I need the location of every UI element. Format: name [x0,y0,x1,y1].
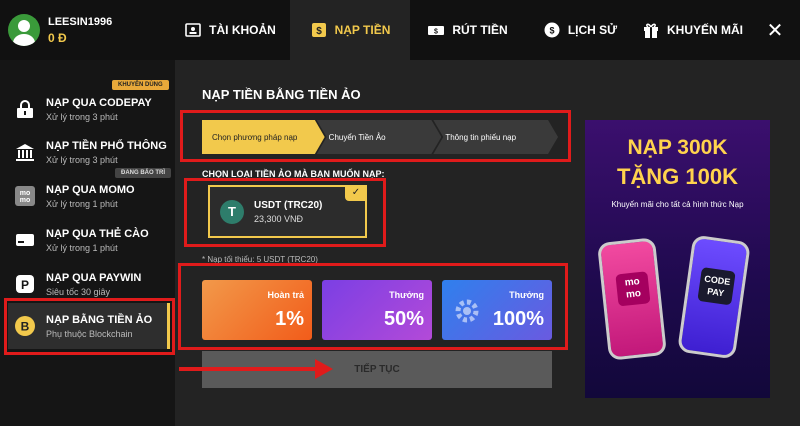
avatar[interactable] [8,14,40,46]
nav-label: LỊCH SỬ [567,23,618,37]
nav-withdraw[interactable]: $ RÚT TIỀN [410,0,525,60]
sidebar-item-title: NẠP QUA MOMO [46,183,135,196]
close-icon[interactable]: ✕ [750,0,800,60]
bonus-label: Hoàn trả [267,290,304,300]
bonus-card-50[interactable]: Thưởng 50% [322,280,432,340]
deposit-icon: $ [310,21,328,39]
card-icon [14,229,36,251]
nav-promotions[interactable]: KHUYẾN MÃI [635,0,750,60]
balance: 0 Đ [48,30,67,45]
svg-text:mo: mo [20,190,31,197]
coin-rate: 23,300 VNĐ [254,213,304,224]
sidebar-item-title: NẠP TIỀN PHỔ THÔNG [46,139,167,152]
nav-history[interactable]: $ LỊCH SỬ [525,0,635,60]
banner-title-line2: TẶNG 100K [616,164,739,189]
svg-text:$: $ [434,29,438,36]
bitcoin-icon: B [14,315,36,337]
sidebar-item-codepay[interactable]: NẠP QUA CODEPAY Xử lý trong 3 phút [8,87,170,131]
withdraw-icon: $ [427,21,445,39]
sidebar-item-sub: Phụ thuộc Blockchain [46,328,133,339]
nav-deposit[interactable]: $ NẠP TIỀN [290,0,410,60]
nav-label: RÚT TIỀN [452,23,508,37]
paywin-icon: P [14,273,36,295]
svg-text:mo: mo [20,197,31,204]
main-panel: NẠP TIỀN BẰNG TIỀN ẢO Chọn phương pháp n… [175,60,800,426]
svg-text:B: B [21,320,30,334]
codepay-logo: CODE PAY [697,267,736,306]
bonus-value: 1% [275,308,304,330]
sidebar-item-title: NẠP BẰNG TIỀN ẢO [46,313,153,326]
page-title: NẠP TIỀN BẰNG TIỀN ẢO [202,87,361,102]
coin-option-usdt[interactable]: ✓ T USDT (TRC20) 23,300 VNĐ [208,185,367,238]
bonus-value: 50% [383,308,424,330]
account-icon [184,21,202,39]
pointer-arrow [179,367,319,371]
bonus-card-100[interactable]: Thưởng 100% [442,280,552,340]
main-nav: TÀI KHOẢN $ NẠP TIỀN $ RÚT TIỀN $ LỊCH S… [170,0,800,60]
check-icon: ✓ [345,185,367,201]
sidebar-item-sub: Siêu tốc 30 giây [46,286,111,297]
minimum-deposit-note: * Nạp tối thiểu: 5 USDT (TRC20) [202,255,318,264]
codepay-phone-image: CODE PAY [677,234,751,360]
promo-banner[interactable]: NẠP 300K TẶNG 100K Khuyến mãi cho tất cả… [585,120,770,398]
step-3: Thông tin phiếu nạp [433,120,559,154]
banner-subtitle: Khuyến mãi cho tất cả hình thức Nạp [611,200,744,209]
username: LEESIN1996 [48,15,113,28]
sidebar: KHUYÊN DÙNG NẠP QUA CODEPAY Xử lý trong … [0,60,175,426]
codepay-icon [14,98,36,120]
momo-icon: mo mo [14,185,36,207]
bonus-label: Thưởng [389,290,424,300]
coin-name: USDT (TRC20) [254,199,323,211]
tether-icon: T [220,199,244,224]
nav-label: KHUYẾN MÃI [666,23,743,37]
bonus-card-refund[interactable]: Hoàn trả 1% [202,280,312,340]
sidebar-item-crypto[interactable]: B NẠP BẰNG TIỀN ẢO Phụ thuộc Blockchain [8,303,170,349]
svg-text:P: P [21,278,29,292]
step-2: Chuyển Tiền Ảo [316,120,442,154]
choose-coin-label: CHỌN LOẠI TIỀN ẢO MÀ BẠN MUỐN NẠP: [202,169,385,179]
sidebar-item-momo[interactable]: mo mo NẠP QUA MOMO Xử lý trong 1 phút [8,174,170,218]
nav-label: TÀI KHOẢN [209,23,276,37]
nav-label: NẠP TIỀN [334,23,391,37]
bonus-label: Thưởng [509,290,544,300]
sidebar-item-sub: Xử lý trong 3 phút [46,154,118,165]
user-panel[interactable]: LEESIN1996 0 Đ [0,0,170,60]
bank-icon [14,141,36,163]
history-icon: $ [543,21,561,39]
top-bar: LEESIN1996 0 Đ TÀI KHOẢN $ NẠP TIỀN $ RÚ… [0,0,800,60]
pointer-arrow-head [315,359,333,379]
svg-text:$: $ [316,26,322,37]
gift-icon [642,21,660,39]
step-1: Chọn phương pháp nạp [202,120,325,154]
step-progress: Chọn phương pháp nạp Chuyển Tiền Ảo Thôn… [202,120,559,154]
sidebar-item-paywin[interactable]: P NẠP QUA PAYWIN Siêu tốc 30 giây [8,262,170,306]
momo-phone-image: mo mo [596,237,668,361]
nav-account[interactable]: TÀI KHOẢN [170,0,290,60]
svg-text:$: $ [549,26,554,36]
sidebar-item-sub: Xử lý trong 3 phút [46,111,118,122]
sidebar-item-title: NẠP QUA PAYWIN [46,271,142,284]
gear-icon [452,296,482,331]
sidebar-item-title: NẠP QUA THẺ CÀO [46,227,149,240]
sidebar-item-sub: Xử lý trong 1 phút [46,242,118,253]
momo-logo: mo mo [615,271,651,307]
sidebar-item-sub: Xử lý trong 1 phút [46,198,118,209]
bonus-value: 100% [492,308,544,330]
sidebar-item-title: NẠP QUA CODEPAY [46,96,152,109]
sidebar-item-scratch-card[interactable]: NẠP QUA THẺ CÀO Xử lý trong 1 phút [8,218,170,262]
banner-title-line1: NẠP 300K [627,136,728,159]
